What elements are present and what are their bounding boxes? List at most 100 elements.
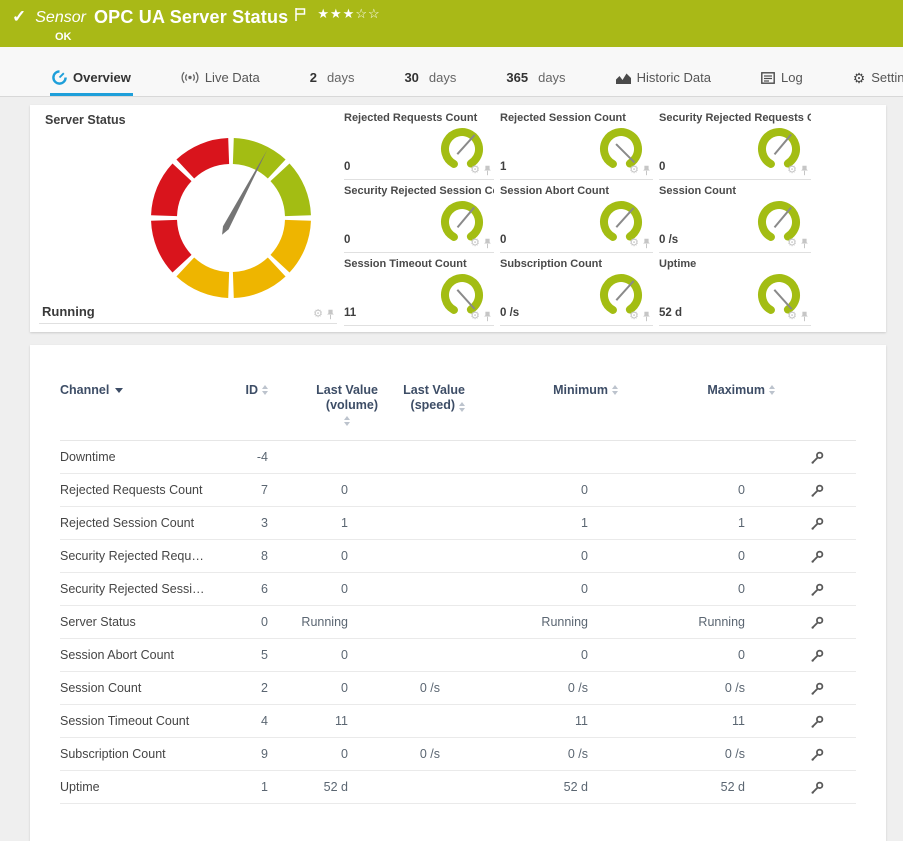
channel-gauge-value: 0 xyxy=(659,161,665,173)
tab-log[interactable]: Log xyxy=(759,70,805,96)
gear-icon[interactable]: ⚙ xyxy=(787,311,797,322)
gear-icon[interactable]: ⚙ xyxy=(470,238,480,249)
tab-365-days[interactable]: 365days xyxy=(504,70,567,96)
channel-settings-icon[interactable] xyxy=(810,483,825,498)
cell-channel[interactable]: Subscription Count xyxy=(60,747,238,761)
cell-channel[interactable]: Uptime xyxy=(60,780,238,794)
tab-live-data[interactable]: Live Data xyxy=(179,70,262,96)
cell-last-volume: 0 xyxy=(268,549,348,563)
pin-icon[interactable] xyxy=(642,311,651,322)
channel-settings-icon[interactable] xyxy=(810,648,825,663)
pin-icon[interactable] xyxy=(483,311,492,322)
cell-last-volume: 0 xyxy=(268,681,348,695)
tab-settings[interactable]: ⚙ Settings xyxy=(851,70,903,96)
channel-gauge-title: Session Timeout Count xyxy=(344,258,494,270)
sort-icon xyxy=(459,402,465,412)
channel-settings-icon[interactable] xyxy=(810,780,825,795)
cell-last-speed: 0 /s xyxy=(348,747,440,761)
channel-settings-icon[interactable] xyxy=(810,450,825,465)
channel-settings-icon[interactable] xyxy=(810,582,825,597)
pin-icon[interactable] xyxy=(800,238,809,249)
cell-channel[interactable]: Session Abort Count xyxy=(60,648,238,662)
flag-icon[interactable] xyxy=(294,7,307,22)
pin-icon[interactable] xyxy=(800,165,809,176)
cell-minimum: 11 xyxy=(440,714,588,728)
gear-icon[interactable]: ⚙ xyxy=(313,309,323,320)
cell-channel[interactable]: Security Rejected Requ… xyxy=(60,549,238,563)
cell-maximum: 11 xyxy=(588,714,745,728)
table-row: Rejected Session Count 3 1 1 1 xyxy=(60,507,856,540)
cell-maximum: 0 xyxy=(588,549,745,563)
table-header-row: Channel ID Last Value (volume) Last Valu… xyxy=(60,345,856,441)
channel-settings-icon[interactable] xyxy=(810,516,825,531)
gear-icon[interactable]: ⚙ xyxy=(629,311,639,322)
tab-overview[interactable]: Overview xyxy=(50,70,133,96)
pin-icon[interactable] xyxy=(326,309,335,320)
cell-minimum: 0 /s xyxy=(440,681,588,695)
cell-channel[interactable]: Downtime xyxy=(60,450,238,464)
cell-minimum: 0 xyxy=(440,648,588,662)
channel-gauge-value: 11 xyxy=(344,307,356,319)
col-header-last-value-speed[interactable]: Last Value (speed) xyxy=(378,383,465,413)
col-header-channel[interactable]: Channel xyxy=(60,383,238,398)
status-badge: OK xyxy=(55,31,903,43)
channel-gauge-title: Security Rejected Session Co… xyxy=(344,185,494,197)
cell-last-volume: 1 xyxy=(268,516,348,530)
pin-icon[interactable] xyxy=(483,238,492,249)
cell-minimum: 52 d xyxy=(440,780,588,794)
cell-channel[interactable]: Security Rejected Sessi… xyxy=(60,582,238,596)
cell-last-volume: Running xyxy=(268,615,348,629)
channel-settings-icon[interactable] xyxy=(810,714,825,729)
channel-gauge-value: 0 /s xyxy=(659,234,678,246)
cell-id: 7 xyxy=(238,483,268,497)
channel-settings-icon[interactable] xyxy=(810,615,825,630)
pin-icon[interactable] xyxy=(800,311,809,322)
cell-channel[interactable]: Rejected Session Count xyxy=(60,516,238,530)
mini-gauge-cell: Rejected Requests Count 0 ⚙ xyxy=(344,112,494,180)
cell-channel[interactable]: Session Count xyxy=(60,681,238,695)
tab-30-days[interactable]: 30days xyxy=(402,70,458,96)
server-status-gauge xyxy=(149,136,313,300)
pin-icon[interactable] xyxy=(483,165,492,176)
table-row: Rejected Requests Count 7 0 0 0 xyxy=(60,474,856,507)
channel-gauge-value: 1 xyxy=(500,161,506,173)
cell-minimum: 0 xyxy=(440,582,588,596)
cell-channel[interactable]: Rejected Requests Count xyxy=(60,483,238,497)
pin-icon[interactable] xyxy=(642,238,651,249)
mini-gauge-cell: Security Rejected Requests C… 0 ⚙ xyxy=(659,112,811,180)
gear-icon[interactable]: ⚙ xyxy=(470,311,480,322)
log-list-icon xyxy=(761,72,775,84)
sensor-header: ✓ Sensor OPC UA Server Status ★★★☆☆ OK xyxy=(0,0,903,47)
cell-minimum: 0 /s xyxy=(440,747,588,761)
cell-channel[interactable]: Server Status xyxy=(60,615,238,629)
cell-id: 1 xyxy=(238,780,268,794)
cell-channel[interactable]: Session Timeout Count xyxy=(60,714,238,728)
channel-gauge-title: Session Abort Count xyxy=(500,185,653,197)
gear-icon[interactable]: ⚙ xyxy=(629,165,639,176)
channel-gauge-title: Session Count xyxy=(659,185,811,197)
cell-last-volume: 0 xyxy=(268,483,348,497)
tab-historic-data[interactable]: Historic Data xyxy=(614,70,713,96)
tab-2-days[interactable]: 2days xyxy=(308,70,357,96)
priority-stars[interactable]: ★★★☆☆ xyxy=(317,6,380,21)
table-row: Subscription Count 9 0 0 /s 0 /s 0 /s xyxy=(60,738,856,771)
col-header-maximum[interactable]: Maximum xyxy=(618,383,775,398)
channel-gauge-title: Uptime xyxy=(659,258,811,270)
channel-gauge-value: 0 xyxy=(344,234,350,246)
gear-icon[interactable]: ⚙ xyxy=(470,165,480,176)
channel-settings-icon[interactable] xyxy=(810,549,825,564)
col-header-id[interactable]: ID xyxy=(238,383,268,398)
channel-settings-icon[interactable] xyxy=(810,681,825,696)
pin-icon[interactable] xyxy=(642,165,651,176)
cell-last-volume: 0 xyxy=(268,747,348,761)
cell-last-volume: 0 xyxy=(268,648,348,662)
gear-icon[interactable]: ⚙ xyxy=(787,238,797,249)
gear-icon[interactable]: ⚙ xyxy=(787,165,797,176)
gear-icon[interactable]: ⚙ xyxy=(629,238,639,249)
cell-id: 4 xyxy=(238,714,268,728)
channel-gauge-title: Security Rejected Requests C… xyxy=(659,112,811,124)
table-row: Security Rejected Sessi… 6 0 0 0 xyxy=(60,573,856,606)
col-header-minimum[interactable]: Minimum xyxy=(465,383,618,398)
col-header-last-value-volume[interactable]: Last Value (volume) xyxy=(268,383,378,426)
channel-settings-icon[interactable] xyxy=(810,747,825,762)
